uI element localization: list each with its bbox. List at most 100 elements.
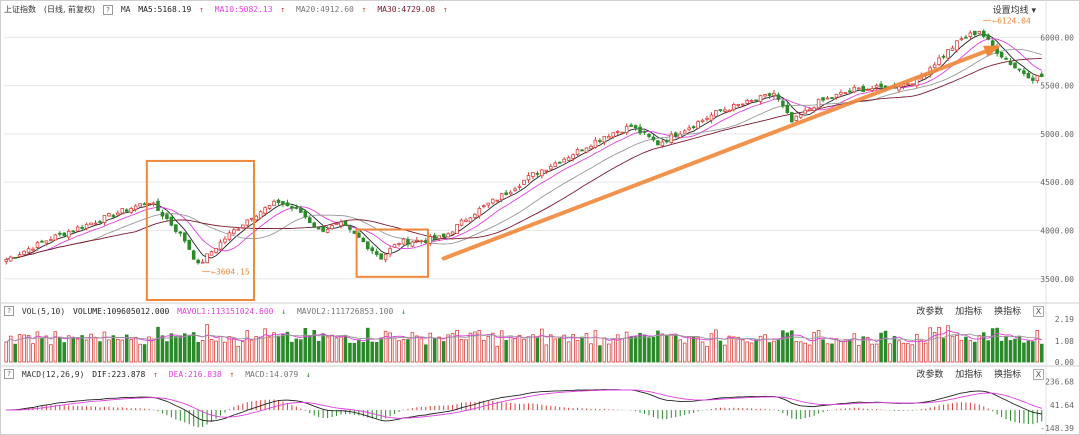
volume-bar-down [647,337,651,363]
candle-up [334,223,339,226]
trend-arrow-line [441,44,1000,261]
candle-up [272,200,276,207]
candle-down [40,240,44,243]
volume-bar-up [950,335,955,363]
candle-up [35,241,40,248]
candle-up [669,133,674,143]
candle-up [544,169,549,172]
macd-switch-indicator-button[interactable]: 换指标 [994,370,1021,380]
candle-down [196,259,200,264]
candle-up [450,231,455,235]
candle-down [1026,72,1031,79]
volume-bar-up [955,334,959,363]
volume-bar-down [174,336,178,363]
volume-bar-up [120,339,125,363]
candle-down [941,55,946,58]
volume-bar-up [116,338,120,363]
volume-bar-down [557,338,562,363]
candle-up [107,213,111,217]
volume-bar-up [723,344,727,363]
macd-help-icon[interactable]: ? [4,369,14,379]
volume-bar-up [245,330,250,363]
volume-bar-up [151,338,156,363]
candle-up [740,103,745,106]
candle-up [490,198,495,204]
ma-settings-button[interactable]: 设置均线 ▾ [993,3,1036,16]
candle-up [937,57,941,65]
volume-bar-up [401,339,406,363]
candle-down [424,240,428,243]
candle-down [290,206,294,209]
candle-up [75,226,80,232]
volume-bar-down [352,342,357,363]
volume-bar-up [495,345,500,363]
candle-up [906,83,910,85]
candle-up [682,130,687,134]
candle-up [232,229,236,235]
candle-down [718,109,723,111]
volume-bar-up [334,337,339,363]
candle-down [848,90,852,93]
volume-bar-down [535,336,540,363]
volume-switch-indicator-button[interactable]: 换指标 [994,307,1021,317]
volume-help-icon[interactable]: ? [4,306,14,316]
volume-bar-down [58,336,62,363]
volume-header: ? VOL(5,10) VOLUME:109605012.000 MAVOL1:… [4,306,412,316]
volume-change-params-button[interactable]: 改参数 [916,307,943,317]
candle-up [732,104,736,111]
volume-bar-down [71,337,75,363]
volume-bar-up [200,340,205,363]
volume-bar-down [316,340,321,363]
volume-bar-up [450,333,455,363]
help-icon[interactable]: ? [102,4,113,15]
candle-down [1022,70,1026,74]
volume-bar-down [767,342,772,363]
dif-up-arrow-icon: ↑ [153,369,158,379]
volume-bar-up [499,330,504,363]
candle-down [535,172,540,175]
candle-down [1004,57,1008,60]
volume-bar-down [964,336,968,363]
candle-down [557,161,562,164]
macd-change-params-button[interactable]: 改参数 [916,370,943,380]
candle-up [129,207,133,213]
volume-bar-up [249,339,254,363]
candle-up [950,47,955,51]
ma20-up-arrow-icon: ↑ [361,5,367,14]
candle-down [441,233,446,238]
volume-bar-up [749,342,754,363]
candle-up [955,40,959,51]
volume-bar-up [517,334,522,363]
volume-bar-down [182,333,187,363]
volume-bar-up [553,338,558,363]
macd-add-indicator-button[interactable]: 加指标 [955,370,982,380]
price-axis-tick-label: 4500.00 [1040,178,1074,187]
volume-bar-up [4,341,9,363]
volume-bar-down [365,327,370,363]
candle-down [580,149,584,152]
volume-bar-down [848,339,852,363]
candle-down [785,104,790,114]
volume-bar-up [816,330,821,363]
ma10-up-arrow-icon: ↑ [280,5,286,14]
candle-up [897,86,901,91]
volume-close-icon[interactable]: X [1033,306,1044,317]
volume-bar-up [446,334,450,363]
volume-bar-up [740,339,745,363]
volume-bar-up [660,333,665,363]
volume-add-indicator-button[interactable]: 加指标 [955,307,982,317]
macd-close-icon[interactable]: X [1033,369,1044,380]
candle-up [772,92,776,96]
volume-bar-up [620,338,624,363]
candle-down [285,202,290,207]
candle-up [584,147,589,153]
volume-bar-up [682,342,687,363]
volume-bar-down [178,335,183,363]
candle-up [566,157,571,161]
volume-bar-up [1035,330,1040,363]
candle-up [968,32,973,37]
volume-bar-down [665,335,669,363]
volume-bar-down [642,334,647,363]
volume-bar-up [464,339,468,363]
candle-up [383,253,388,261]
